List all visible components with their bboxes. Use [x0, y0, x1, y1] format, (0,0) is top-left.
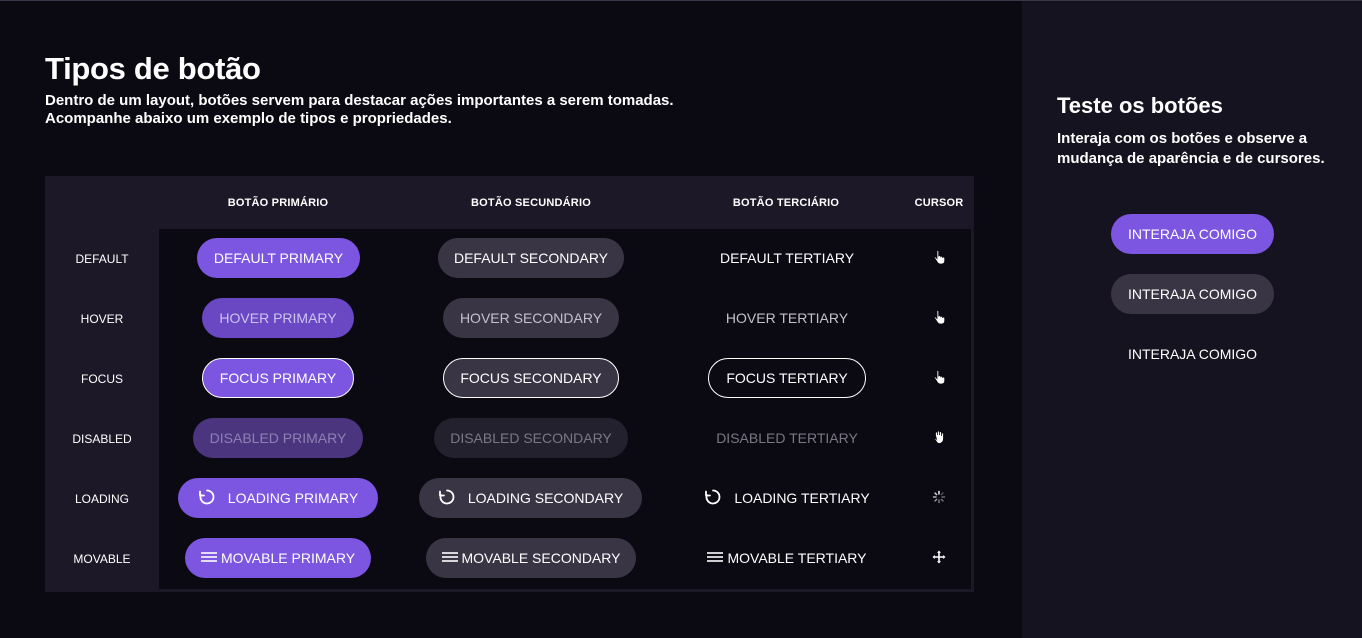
test-panel-title: Teste os botões	[1057, 93, 1223, 118]
not-allowed-hand-icon	[929, 427, 949, 447]
movable-tertiary-label: MOVABLE TERTIARY	[727, 550, 867, 566]
row-label-movable: MOVABLE	[73, 552, 131, 566]
try-secondary-button[interactable]: INTERAJA COMIGO	[1111, 274, 1274, 314]
button-grid: DEFAULT PRIMARY DEFAULT SECONDARY DEFAUL…	[159, 229, 971, 589]
drag-handle-icon	[441, 550, 458, 566]
loading-spinner-icon	[704, 488, 722, 509]
main-section: Tipos de botão Dentro de um layout, botõ…	[0, 1, 1022, 638]
loading-primary-label: LOADING PRIMARY	[227, 490, 359, 506]
loading-secondary-label: LOADING SECONDARY	[467, 490, 624, 506]
column-header-primary: BOTÃO PRIMÁRIO	[227, 197, 329, 209]
move-arrows-icon	[929, 547, 949, 567]
table-header: BOTÃO PRIMÁRIO BOTÃO SECUNDÁRIO BOTÃO TE…	[45, 176, 974, 229]
page-subtitle: Dentro de um layout, botões servem para …	[45, 92, 745, 128]
movable-secondary-button[interactable]: MOVABLE SECONDARY	[426, 538, 636, 578]
row-label-focus: FOCUS	[81, 372, 123, 386]
subtitle-line-2: Acompanhe abaixo um exemplo de tipos e p…	[45, 110, 452, 127]
loading-spinner-icon	[438, 488, 456, 509]
disabled-secondary-button: DISABLED SECONDARY	[434, 418, 628, 458]
focus-tertiary-button[interactable]: FOCUS TERTIARY	[708, 358, 866, 398]
row-label-disabled: DISABLED	[72, 432, 132, 446]
column-header-tertiary: BOTÃO TERCIÁRIO	[732, 197, 840, 209]
loading-tertiary-label: LOADING TERTIARY	[734, 490, 870, 506]
default-tertiary-button[interactable]: DEFAULT TERTIARY	[707, 238, 867, 278]
pointer-hand-icon	[929, 247, 949, 267]
movable-primary-button[interactable]: MOVABLE PRIMARY	[185, 538, 371, 578]
drag-handle-icon	[707, 550, 724, 566]
row-labels: DEFAULT HOVER FOCUS DISABLED LOADING MOV…	[45, 229, 159, 592]
test-panel: Teste os botões Interaja com os botões e…	[1022, 1, 1362, 638]
pointer-hand-icon	[929, 367, 949, 387]
row-label-loading: LOADING	[74, 492, 129, 506]
test-panel-text: Interaja com os botões e observe a mudan…	[1057, 130, 1325, 167]
try-tertiary-button[interactable]: INTERAJA COMIGO	[1111, 334, 1274, 374]
focus-secondary-button[interactable]: FOCUS SECONDARY	[443, 358, 619, 398]
loading-tertiary-button[interactable]: LOADING TERTIARY	[697, 478, 877, 518]
disabled-tertiary-button: DISABLED TERTIARY	[716, 430, 858, 446]
loading-primary-button[interactable]: LOADING PRIMARY	[178, 478, 378, 518]
loading-secondary-button[interactable]: LOADING SECONDARY	[419, 478, 642, 518]
column-header-cursor: CURSOR	[914, 197, 964, 209]
loading-cursor-icon	[929, 487, 949, 507]
try-primary-button[interactable]: INTERAJA COMIGO	[1111, 214, 1274, 254]
default-secondary-button[interactable]: DEFAULT SECONDARY	[438, 238, 624, 278]
subtitle-line-1: Dentro de um layout, botões servem para …	[45, 92, 674, 109]
hover-primary-button[interactable]: HOVER PRIMARY	[202, 298, 354, 338]
disabled-primary-button: DISABLED PRIMARY	[193, 418, 363, 458]
pointer-hand-icon	[929, 307, 949, 327]
movable-primary-label: MOVABLE PRIMARY	[220, 550, 356, 566]
movable-secondary-label: MOVABLE SECONDARY	[461, 550, 621, 566]
button-types-table: BOTÃO PRIMÁRIO BOTÃO SECUNDÁRIO BOTÃO TE…	[45, 176, 974, 592]
default-primary-button[interactable]: DEFAULT PRIMARY	[197, 238, 360, 278]
drag-handle-icon	[200, 550, 217, 566]
loading-spinner-icon	[198, 488, 216, 509]
focus-primary-button[interactable]: FOCUS PRIMARY	[202, 358, 354, 398]
page-title: Tipos de botão	[45, 51, 261, 86]
row-label-hover: HOVER	[80, 312, 124, 326]
row-label-default: DEFAULT	[75, 252, 129, 266]
movable-tertiary-button[interactable]: MOVABLE TERTIARY	[705, 538, 869, 578]
hover-secondary-button[interactable]: HOVER SECONDARY	[443, 298, 619, 338]
hover-tertiary-button[interactable]: HOVER TERTIARY	[712, 298, 862, 338]
column-header-secondary: BOTÃO SECUNDÁRIO	[471, 197, 591, 209]
